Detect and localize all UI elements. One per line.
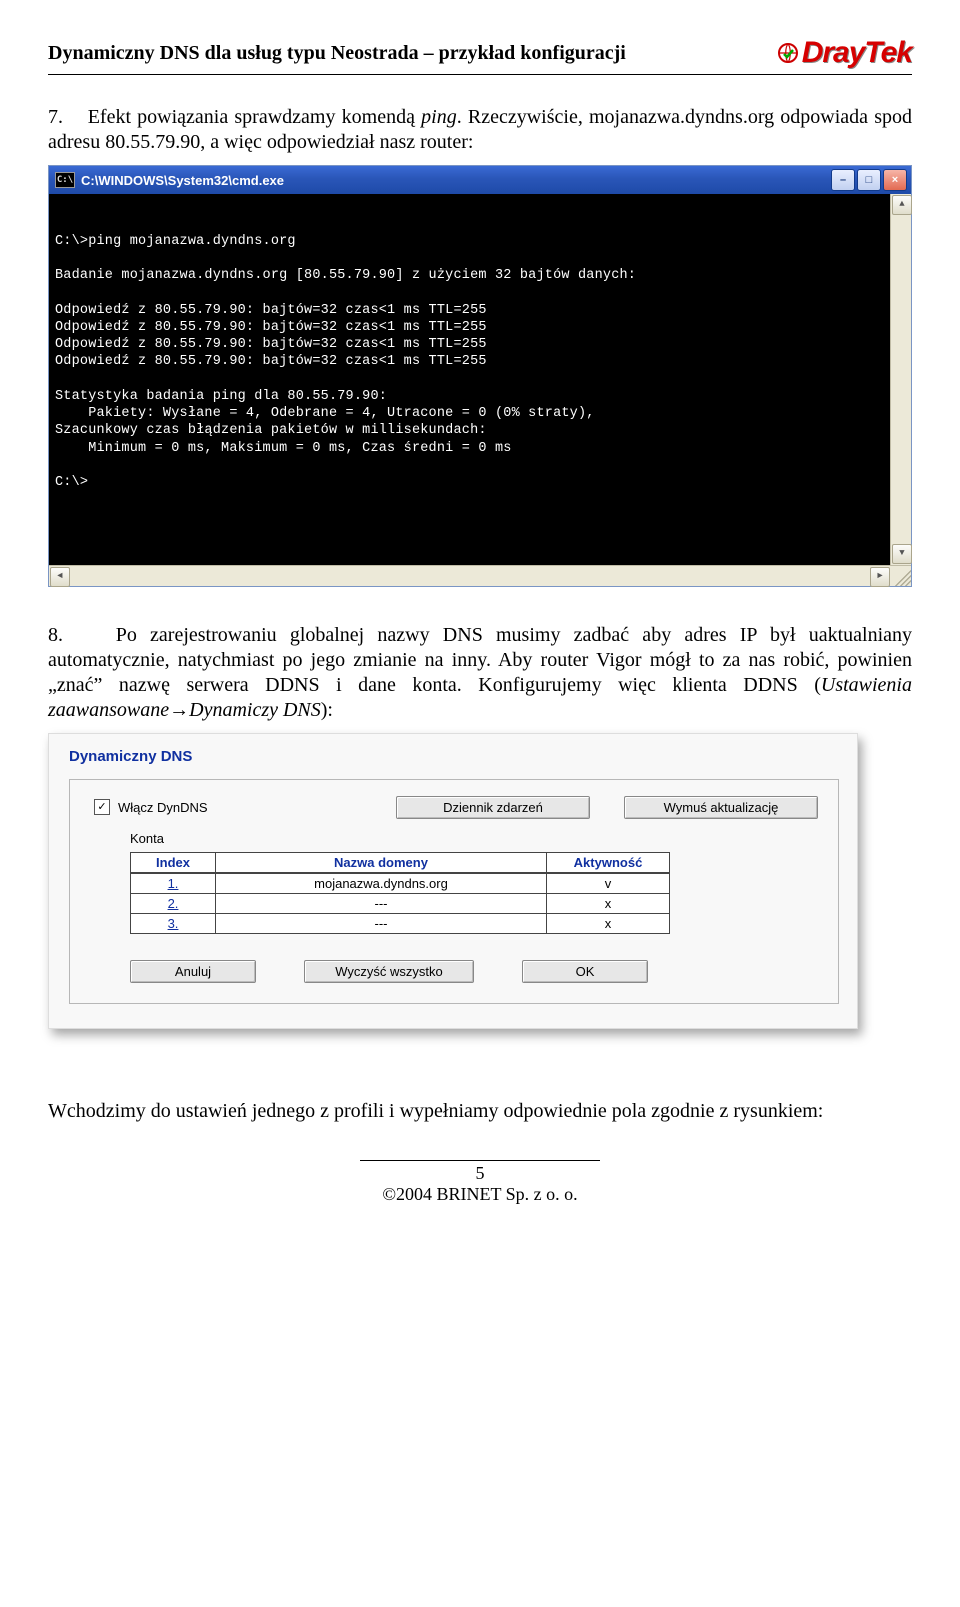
globe-check-icon <box>776 41 800 65</box>
scroll-right-icon[interactable]: ► <box>870 567 890 587</box>
page-footer: 5 ©2004 BRINET Sp. z o. o. <box>48 1160 912 1205</box>
paragraph-7: 7. Efekt powiązania sprawdzamy komendą p… <box>48 105 912 155</box>
ddns-dialog: Dynamiczny DNS ✓ Włącz DynDNS Dziennik z… <box>48 733 858 1029</box>
account-active-cell: v <box>547 873 670 894</box>
logo-text: DrayTek <box>802 36 912 70</box>
checkbox-checked-icon: ✓ <box>94 799 110 815</box>
paragraph-8: 8. Po zarejestrowaniu globalnej nazwy DN… <box>48 623 912 723</box>
header-title: Dynamiczny DNS dla usług typu Neostrada … <box>48 42 626 65</box>
resize-grip-icon[interactable] <box>891 566 911 586</box>
table-row: 3. ---x <box>131 913 670 933</box>
p8-text-a: Po zarejestrowaniu globalnej nazwy DNS m… <box>48 624 912 696</box>
col-domain: Nazwa domeny <box>216 852 547 873</box>
account-active-cell: x <box>547 913 670 933</box>
enable-dyndns-label: Włącz DynDNS <box>118 800 208 815</box>
step-number: 7. <box>48 106 63 128</box>
close-button[interactable]: × <box>883 169 907 191</box>
cancel-button[interactable]: Anuluj <box>130 960 256 983</box>
dialog-title: Dynamiczny DNS <box>69 748 839 765</box>
dialog-fieldset: ✓ Włącz DynDNS Dziennik zdarzeń Wymuś ak… <box>69 779 839 1004</box>
scroll-up-icon[interactable]: ▲ <box>892 195 912 215</box>
table-header-row: Index Nazwa domeny Aktywność <box>131 852 670 873</box>
scrollbar-vertical[interactable]: ▲ ▼ <box>890 194 911 565</box>
force-update-button[interactable]: Wymuś aktualizację <box>624 796 818 819</box>
col-index: Index <box>131 852 216 873</box>
account-index-link[interactable]: 1. <box>168 876 179 891</box>
page-header: Dynamiczny DNS dla usług typu Neostrada … <box>48 36 912 75</box>
copyright: ©2004 BRINET Sp. z o. o. <box>48 1184 912 1205</box>
account-domain-cell: mojanazwa.dyndns.org <box>216 873 547 894</box>
account-index-link[interactable]: 3. <box>168 916 179 931</box>
account-domain-cell: --- <box>216 893 547 913</box>
window-buttons: – □ × <box>831 169 907 191</box>
page-number: 5 <box>48 1163 912 1184</box>
table-row: 2. ---x <box>131 893 670 913</box>
enable-dyndns-checkbox[interactable]: ✓ Włącz DynDNS <box>94 799 208 815</box>
ok-button[interactable]: OK <box>522 960 648 983</box>
scroll-down-icon[interactable]: ▼ <box>892 544 912 564</box>
cmd-prompt-icon: C:\ <box>55 172 75 188</box>
cmd-body: C:\>ping mojanazwa.dyndns.org Badanie mo… <box>49 194 911 586</box>
paragraph-profiles: Wchodzimy do ustawień jednego z profili … <box>48 1099 912 1124</box>
account-index-link[interactable]: 2. <box>168 896 179 911</box>
scroll-left-icon[interactable]: ◄ <box>50 567 70 587</box>
accounts-table: Index Nazwa domeny Aktywność 1. mojanazwa… <box>130 852 670 934</box>
minimize-button[interactable]: – <box>831 169 855 191</box>
cmd-window: C:\ C:\WINDOWS\System32\cmd.exe – □ × C:… <box>48 165 912 587</box>
p7-text-a: Efekt powiązania sprawdzamy komendą <box>88 106 421 128</box>
dialog-bottom-buttons: Anuluj Wyczyść wszystko OK <box>130 960 818 983</box>
p8-text-c: ): <box>321 699 333 721</box>
step-number: 8. <box>48 624 63 646</box>
accounts-label: Konta <box>130 831 818 846</box>
account-domain-cell: --- <box>216 913 547 933</box>
cmd-titlebar: C:\ C:\WINDOWS\System32\cmd.exe – □ × <box>49 166 911 194</box>
scrollbar-horizontal[interactable]: ◄ ► <box>49 565 911 586</box>
ping-keyword: ping <box>421 106 457 128</box>
brand-logo: DrayTek <box>776 36 912 70</box>
table-row: 1. mojanazwa.dyndns.orgv <box>131 873 670 894</box>
clear-all-button[interactable]: Wyczyść wszystko <box>304 960 474 983</box>
log-button[interactable]: Dziennik zdarzeń <box>396 796 590 819</box>
maximize-button[interactable]: □ <box>857 169 881 191</box>
cmd-title: C:\WINDOWS\System32\cmd.exe <box>81 173 831 188</box>
col-active: Aktywność <box>547 852 670 873</box>
account-active-cell: x <box>547 893 670 913</box>
